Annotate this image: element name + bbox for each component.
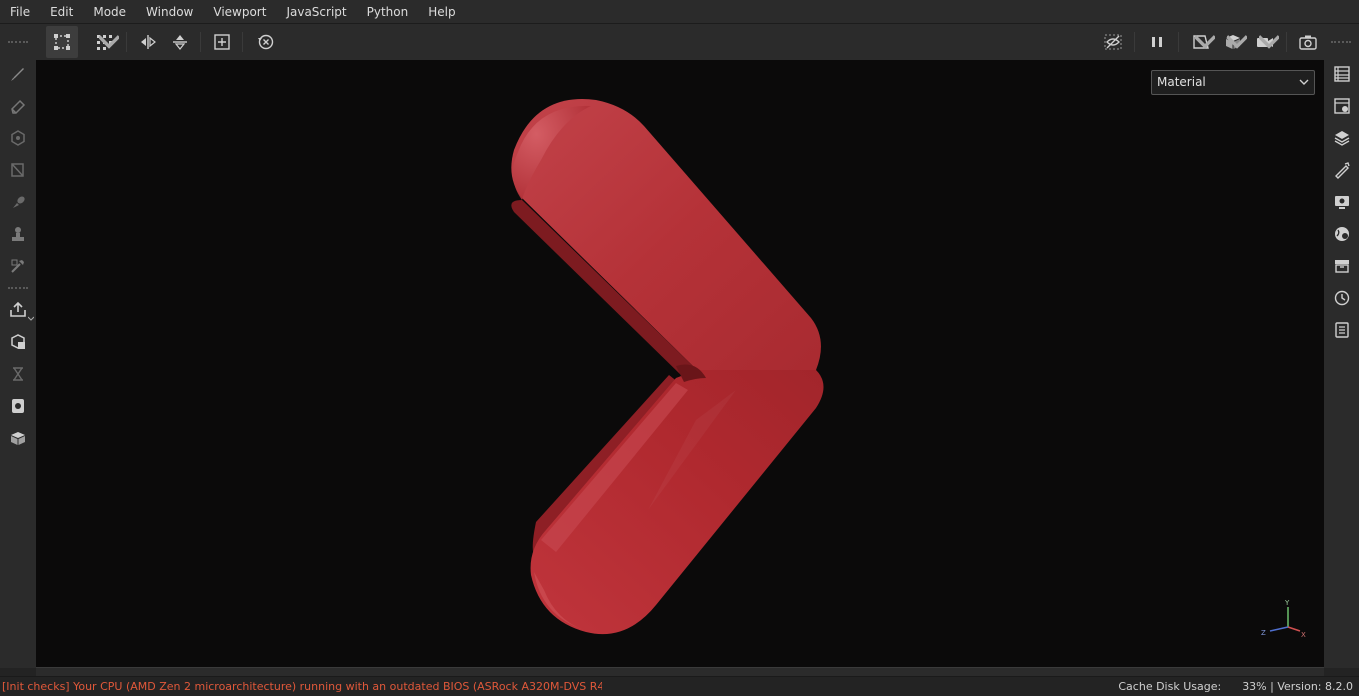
3d-viewport[interactable]: Material Y X Z (36, 60, 1324, 667)
right-panel-bar (1324, 24, 1359, 668)
version-label: Version: 8.2.0 (1277, 680, 1353, 693)
hide-icon[interactable] (1097, 26, 1129, 58)
axis-y-label: Y (1284, 599, 1290, 607)
fit-to-screen-icon[interactable] (206, 26, 238, 58)
toolbar-grip[interactable] (1331, 41, 1351, 43)
log-icon[interactable] (1328, 316, 1356, 344)
grid-dropdown-icon[interactable] (89, 26, 121, 58)
shader-settings-icon[interactable] (1328, 220, 1356, 248)
texture-set-list-icon[interactable] (1328, 60, 1356, 88)
iray-icon[interactable] (4, 360, 32, 388)
display-settings-icon[interactable] (1328, 188, 1356, 216)
texture-set-settings-icon[interactable] (1328, 92, 1356, 120)
left-tool-bar (0, 24, 36, 668)
object-selection-icon[interactable] (46, 26, 78, 58)
projection-icon[interactable] (4, 124, 32, 152)
viewport-toolbar (8, 24, 1324, 60)
smudge-icon[interactable] (4, 188, 32, 216)
symmetry-y-icon[interactable] (164, 26, 196, 58)
display-mode-dropdown-icon[interactable] (1217, 26, 1249, 58)
viewport-bottom-edge (36, 667, 1324, 676)
assets-icon[interactable] (1328, 252, 1356, 280)
symmetry-x-icon[interactable] (132, 26, 164, 58)
toolbar-grip[interactable] (8, 287, 28, 289)
toolbar-grip[interactable] (8, 41, 28, 43)
shading-mode-select[interactable]: Material (1151, 70, 1315, 95)
separator (1286, 32, 1287, 52)
separator (126, 32, 127, 52)
cache-disk-label: Cache Disk Usage: (1118, 680, 1222, 693)
separator (1178, 32, 1179, 52)
eraser-icon[interactable] (4, 92, 32, 120)
camera-dropdown-icon[interactable] (1249, 26, 1281, 58)
shading-mode-label: Material (1157, 75, 1206, 89)
menu-python[interactable]: Python (357, 0, 419, 24)
paint-brush-icon[interactable] (4, 60, 32, 88)
properties-icon[interactable] (1328, 156, 1356, 184)
menu-javascript[interactable]: JavaScript (276, 0, 356, 24)
axis-x-label: X (1301, 631, 1306, 639)
axis-gizmo: Y X Z (1261, 599, 1306, 639)
pause-icon[interactable] (1141, 26, 1173, 58)
layers-icon[interactable] (1328, 124, 1356, 152)
3d-box-icon[interactable] (4, 424, 32, 452)
menu-viewport[interactable]: Viewport (203, 0, 276, 24)
document-icon[interactable] (4, 392, 32, 420)
history-icon[interactable] (1328, 284, 1356, 312)
menu-help[interactable]: Help (418, 0, 465, 24)
separator (242, 32, 243, 52)
cache-disk-value: 33% (1242, 680, 1267, 693)
polygon-fill-icon[interactable] (4, 156, 32, 184)
menu-bar: File Edit Mode Window Viewport JavaScrip… (0, 0, 1359, 24)
color-picker-icon[interactable] (4, 252, 32, 280)
separator (1134, 32, 1135, 52)
bake-icon[interactable] (4, 328, 32, 356)
axis-z-label: Z (1261, 629, 1266, 637)
projection-dropdown-icon[interactable] (1185, 26, 1217, 58)
menu-window[interactable]: Window (136, 0, 203, 24)
menu-file[interactable]: File (0, 0, 40, 24)
status-bar: [Init checks] Your CPU (AMD Zen 2 microa… (0, 676, 1359, 696)
export-icon[interactable] (4, 296, 34, 324)
separator (200, 32, 201, 52)
menu-mode[interactable]: Mode (83, 0, 136, 24)
status-info: Cache Disk Usage: 33% | Version: 8.2.0 (1118, 680, 1353, 693)
reset-camera-icon[interactable] (250, 26, 282, 58)
screenshot-icon[interactable] (1292, 26, 1324, 58)
3d-model-chevron[interactable] (36, 60, 1324, 667)
chevron-down-icon (1299, 79, 1309, 85)
menu-edit[interactable]: Edit (40, 0, 83, 24)
status-message[interactable]: [Init checks] Your CPU (AMD Zen 2 microa… (2, 680, 602, 693)
clone-icon[interactable] (4, 220, 32, 248)
